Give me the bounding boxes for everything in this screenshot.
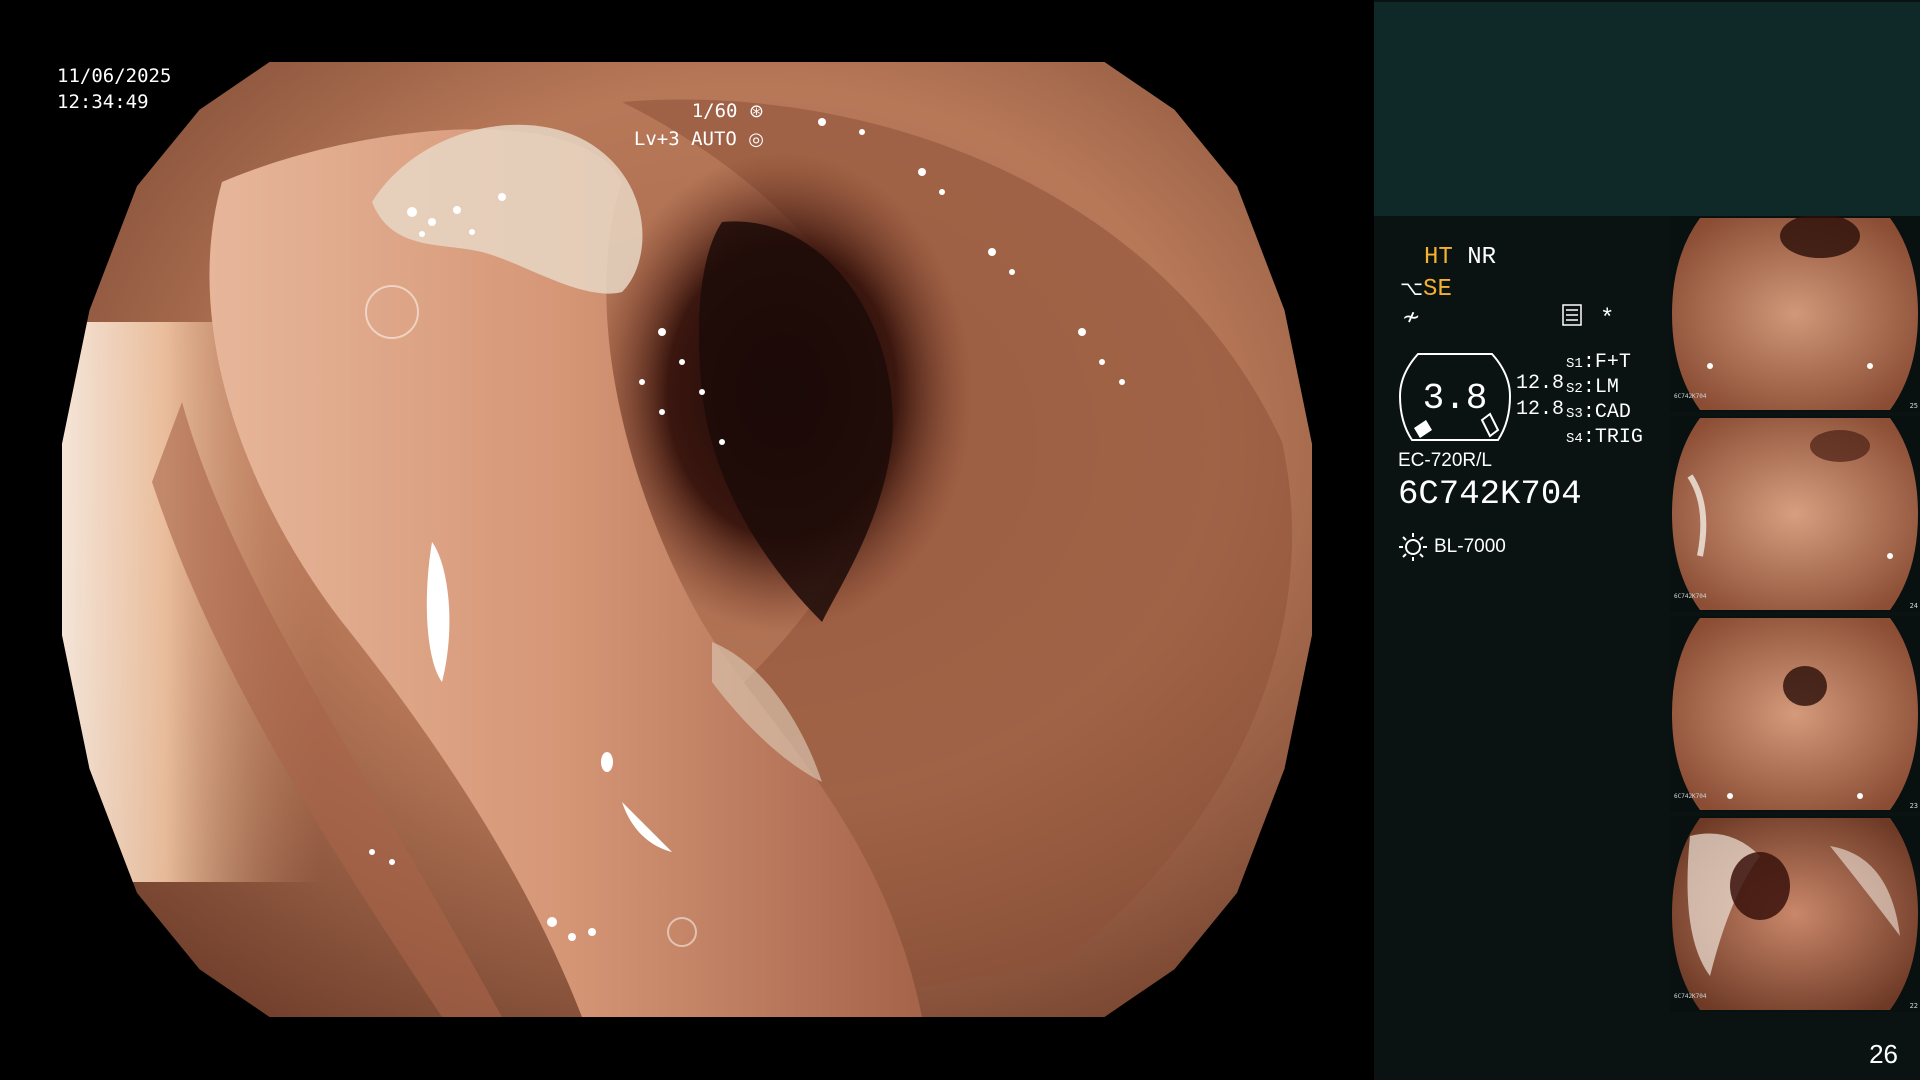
scope-model: EC-720R/L (1398, 450, 1492, 471)
scope-serial: 6C742K704 (1398, 476, 1582, 514)
thumbnail-number: 23 (1909, 802, 1918, 810)
osd-shutter: 1/60 ⊛ (692, 98, 764, 125)
lamp-model: BL-7000 (1434, 536, 1506, 557)
structure-enhance-icon: ⌥ (1400, 276, 1424, 300)
switch-s3: S3:CAD (1566, 401, 1631, 424)
enhance-value: NR (1467, 244, 1497, 271)
switch-s1-value: F+T (1594, 351, 1631, 374)
iris-icon: ◎ (748, 129, 764, 150)
asterisk-marker: * (1600, 306, 1615, 333)
captured-images-strip: 6C742K704 25 6C742K704 24 6C742K704 23 6… (1670, 216, 1920, 1016)
thumbnail-number: 25 (1909, 402, 1918, 410)
colon-lumen-image (62, 62, 1312, 1017)
osd-date: 11/06/2025 (57, 65, 172, 87)
light-source: BL-7000 (1398, 532, 1506, 562)
structure-setting: ⌥SE (1400, 274, 1452, 304)
osd-gain: Lv+3 AUTO ◎ (634, 126, 764, 153)
zoom-value: 3.8 (1422, 378, 1488, 419)
thumbnail-serial: 6C742K704 (1674, 793, 1707, 800)
aperture-icon: ⊛ (748, 101, 764, 122)
thumbnail-serial: 6C742K704 (1674, 993, 1707, 1000)
switch-s1-id: S1 (1566, 356, 1583, 372)
settings-menu-icon (1562, 304, 1582, 335)
thumbnail-image[interactable]: 6C742K704 23 (1670, 616, 1920, 812)
thumbnail-image[interactable]: 6C742K704 24 (1670, 416, 1920, 612)
switch-s4-value: TRIG (1594, 426, 1643, 449)
enhance-setting: HT NR (1424, 244, 1496, 272)
switch-s4-id: S4 (1566, 431, 1583, 447)
side-panel: HT NR ⌥SE ≁ * 3.8 12.8 12.8 S1:F+T S2:LM… (1374, 0, 1920, 1080)
light-source-icon (1399, 533, 1427, 561)
thumbnail-number: 24 (1909, 602, 1918, 610)
endoscopic-image (62, 62, 1312, 1017)
endoscope-viewport: 11/06/2025 12:34:49 1/60 ⊛ Lv+3 AUTO ◎ (0, 0, 1374, 1080)
osd-time: 12:34:49 (57, 91, 149, 113)
switch-s2-value: LM (1594, 376, 1619, 399)
readout-1: 12.8 (1516, 372, 1565, 395)
enhance-label: HT (1424, 244, 1453, 271)
processor-status: HT NR ⌥SE ≁ * 3.8 12.8 12.8 S1:F+T S2:LM… (1374, 216, 1670, 1080)
switch-s2: S2:LM (1566, 376, 1619, 399)
thumbnail-image[interactable]: 6C742K704 22 (1670, 816, 1920, 1012)
switch-s4: S4:TRIG (1566, 426, 1643, 449)
readout-2: 12.8 (1516, 398, 1565, 421)
shutter-value: 1/60 (691, 100, 738, 122)
thumbnail-number: 22 (1909, 1002, 1918, 1010)
structure-label: SE (1423, 276, 1452, 303)
thumbnail-serial: 6C742K704 (1674, 393, 1707, 400)
switch-s2-id: S2 (1566, 381, 1583, 397)
switch-s3-id: S3 (1566, 406, 1583, 422)
switch-s1: S1:F+T (1566, 351, 1631, 374)
page-number: 26 (1869, 1039, 1898, 1069)
panel-header-area (1374, 2, 1920, 216)
color-mode-icon: ≁ (1402, 305, 1421, 330)
switch-s3-value: CAD (1594, 401, 1631, 424)
gain-value: Lv+3 AUTO (633, 128, 737, 150)
thumbnail-serial: 6C742K704 (1674, 593, 1707, 600)
thumbnail-image[interactable]: 6C742K704 25 (1670, 216, 1920, 412)
